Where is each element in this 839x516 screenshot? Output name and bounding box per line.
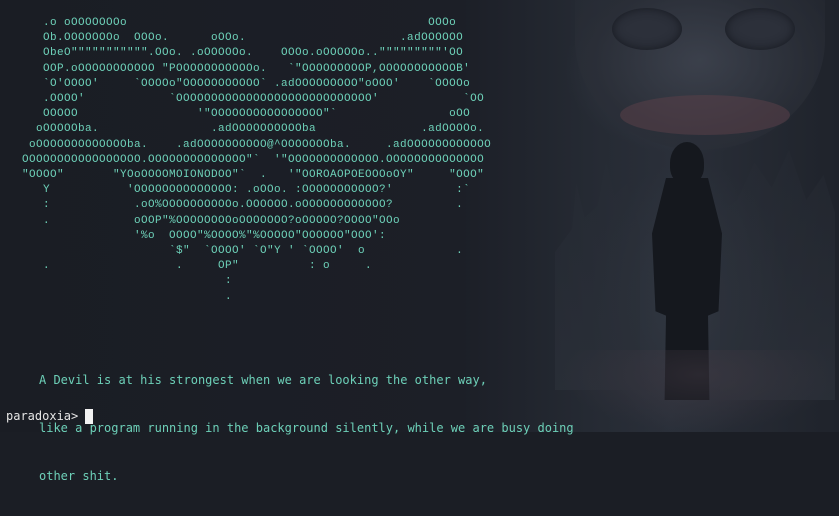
quote-line: like a program running in the background… bbox=[39, 421, 574, 435]
ascii-line: OOOOOOOOOOOOOOOOO.OOOOOOOOOOOOOO"` '"OOO… bbox=[1, 153, 485, 166]
ascii-line: oOOOOOOOOOOOOOba. .adOOOOOOOOOO@^OOOOOOO… bbox=[1, 138, 492, 151]
ascii-line: `O'OOOO' `OOOOo"OOOOOOOOOOO` .adOOOOOOOO… bbox=[1, 77, 471, 90]
command-prompt[interactable]: paradoxia> bbox=[6, 406, 94, 426]
quote-line: A Devil is at his strongest when we are … bbox=[39, 373, 487, 387]
ascii-line: Y 'OOOOOOOOOOOOOO: .oOOo. :OOOOOOOOOOO?'… bbox=[1, 184, 471, 197]
ascii-line: `$" `OOOO' `O"Y ' `OOOO' o . bbox=[1, 245, 464, 258]
ascii-line: . . OP" : o . bbox=[1, 260, 373, 273]
ascii-line: ObeO""""""""""".OOo. .oOOOOOo. OOOo.oOOO… bbox=[1, 47, 464, 60]
ascii-line: .o oOOOOOOOo OOOo bbox=[1, 17, 457, 29]
ascii-line: : .oO%OOOOOOOOOOo.OOOOOO.oOOOOOOOOOOOO? … bbox=[1, 199, 464, 212]
ascii-line: Ob.OOOOOOOo OOOo. oOOo. .adOOOOOO bbox=[1, 32, 464, 45]
terminal-window[interactable]: .o oOOOOOOOo OOOo Ob.OOOOOOOo OOOo. oOOo… bbox=[0, 0, 839, 483]
banner-quote: A Devil is at his strongest when we are … bbox=[39, 340, 574, 516]
ascii-line: OOP.oOOOOOOOOOOO "POOOOOOOOOOOo. `"OOOOO… bbox=[1, 62, 471, 75]
quote-line: other shit. bbox=[39, 469, 119, 483]
ascii-line: : bbox=[1, 275, 233, 288]
ascii-line: '%o OOOO"%OOOO%"%OOOOO"OOOOOO"OOO': bbox=[1, 229, 387, 242]
ascii-line: .OOOO' `OOOOOOOOOOOOOOOOOOOOOOOOOOOO' `O… bbox=[1, 93, 485, 106]
ascii-line: oOOOOOba. .adOOOOOOOOOOba .adOOOOo. bbox=[1, 123, 485, 136]
prompt-label: paradoxia> bbox=[6, 409, 79, 423]
ascii-art-banner: .o oOOOOOOOo OOOo Ob.OOOOOOOo OOOo. oOOo… bbox=[1, 16, 491, 305]
text-cursor[interactable] bbox=[85, 408, 94, 424]
ascii-line: . oOOP"%OOOOOOOOoOOOOOOO?oOOOOO?OOOO"OOo bbox=[1, 214, 401, 227]
ascii-line: "OOOO" "YOoOOOOMOIONODOO"` . '"OOROAOPOE… bbox=[1, 169, 485, 182]
ascii-line: OOOOO '"OOOOOOOOOOOOOOOO"` oOO bbox=[1, 108, 471, 121]
ascii-line: . bbox=[1, 290, 233, 303]
